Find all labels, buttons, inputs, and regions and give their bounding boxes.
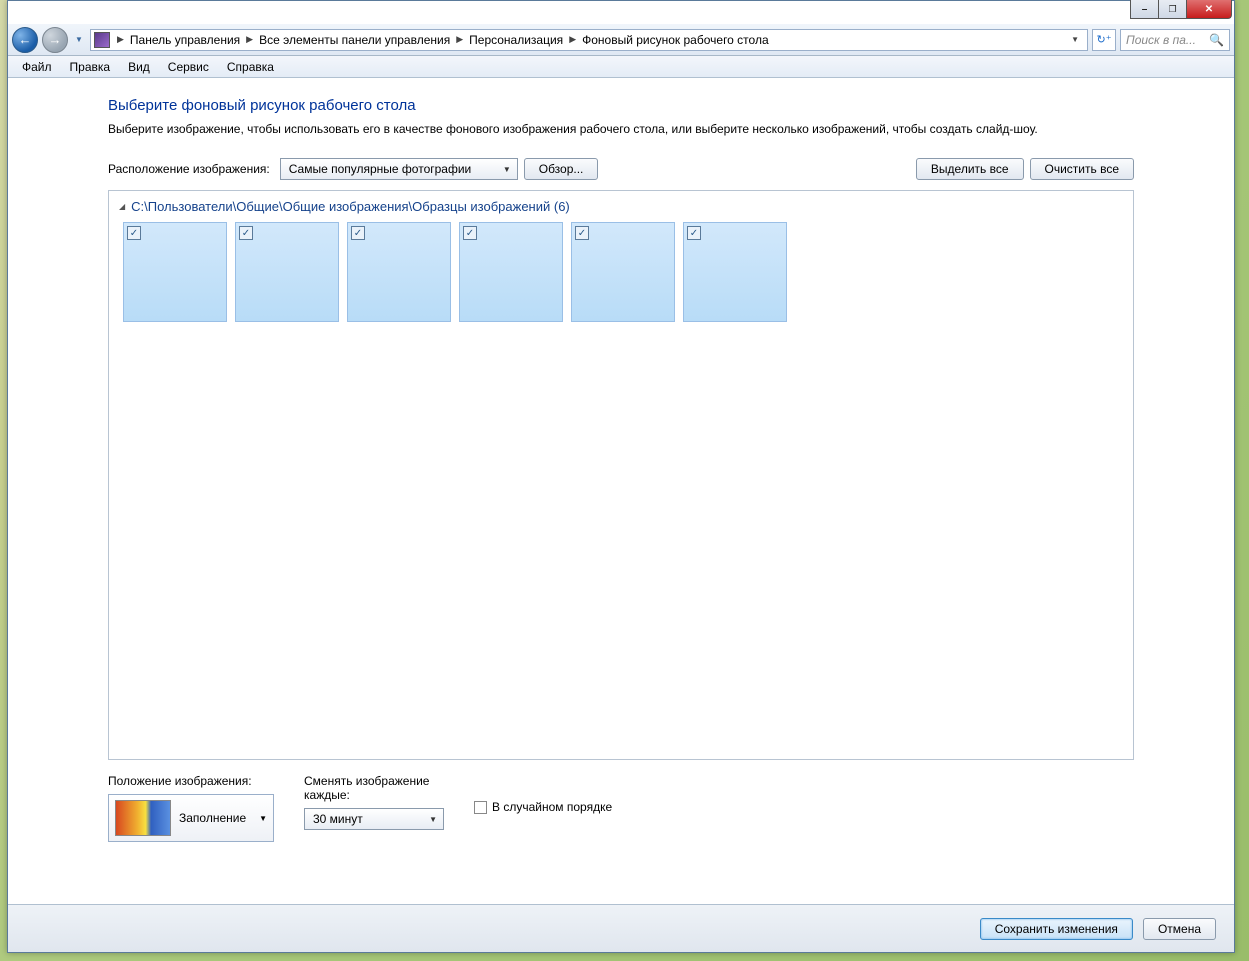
thumbnail-checkbox[interactable]: ✓ — [463, 226, 477, 240]
search-icon: 🔍 — [1209, 33, 1224, 47]
bottom-options: Положение изображения: Заполнение ▼ Смен… — [108, 774, 1134, 842]
menu-edit[interactable]: Правка — [62, 58, 119, 76]
image-thumbnail[interactable]: ✓ — [459, 222, 563, 322]
explorer-window: ← → ▼ ▶ Панель управления ▶ Все элементы… — [7, 0, 1235, 953]
interval-column: Сменять изображение каждые: 30 минут ▼ — [304, 774, 444, 830]
minimize-button[interactable] — [1130, 0, 1159, 19]
thumbnail-checkbox[interactable]: ✓ — [687, 226, 701, 240]
page-subtitle: Выберите изображение, чтобы использовать… — [108, 122, 1134, 136]
address-bar: ← → ▼ ▶ Панель управления ▶ Все элементы… — [8, 24, 1234, 56]
group-path: C:\Пользователи\Общие\Общие изображения\… — [131, 199, 570, 214]
content-pane: Выберите фоновый рисунок рабочего стола … — [8, 79, 1234, 902]
search-input[interactable]: Поиск в па... 🔍 — [1120, 29, 1230, 51]
nav-forward-button[interactable]: → — [42, 27, 68, 53]
collapse-icon: ◢ — [119, 202, 125, 211]
address-dropdown-icon[interactable]: ▼ — [1066, 35, 1084, 44]
window-controls — [1131, 0, 1232, 19]
nav-history-dropdown[interactable]: ▼ — [72, 30, 86, 50]
footer-bar: Сохранить изменения Отмена — [8, 904, 1234, 952]
refresh-button[interactable]: ↻⁺ — [1092, 29, 1116, 51]
menu-help[interactable]: Справка — [219, 58, 282, 76]
thumbnail-checkbox[interactable]: ✓ — [575, 226, 589, 240]
save-button[interactable]: Сохранить изменения — [980, 918, 1133, 940]
position-label: Положение изображения: — [108, 774, 274, 788]
image-thumbnail[interactable]: ✓ — [683, 222, 787, 322]
breadcrumb-item[interactable]: Панель управления — [127, 33, 243, 47]
shuffle-label: В случайном порядке — [492, 800, 612, 814]
interval-label: Сменять изображение каждые: — [304, 774, 444, 802]
interval-combo[interactable]: 30 минут ▼ — [304, 808, 444, 830]
menu-view[interactable]: Вид — [120, 58, 158, 76]
breadcrumb-bar[interactable]: ▶ Панель управления ▶ Все элементы панел… — [90, 29, 1088, 51]
browse-button[interactable]: Обзор... — [524, 158, 599, 180]
menu-file[interactable]: Файл — [14, 58, 60, 76]
menu-tools[interactable]: Сервис — [160, 58, 217, 76]
thumbnail-checkbox[interactable]: ✓ — [127, 226, 141, 240]
location-label: Расположение изображения: — [108, 162, 270, 176]
location-value: Самые популярные фотографии — [289, 162, 472, 176]
thumbnail-row: ✓ ✓ ✓ ✓ ✓ ✓ — [119, 222, 1123, 322]
thumbnail-checkbox[interactable]: ✓ — [239, 226, 253, 240]
page-title: Выберите фоновый рисунок рабочего стола — [108, 97, 1134, 114]
breadcrumb-item[interactable]: Все элементы панели управления — [256, 33, 453, 47]
close-button[interactable] — [1186, 0, 1232, 19]
search-placeholder: Поиск в па... — [1126, 33, 1196, 47]
shuffle-checkbox[interactable] — [474, 801, 487, 814]
image-thumbnail[interactable]: ✓ — [347, 222, 451, 322]
image-thumbnail[interactable]: ✓ — [571, 222, 675, 322]
menu-bar: Файл Правка Вид Сервис Справка — [8, 56, 1234, 78]
chevron-down-icon: ▼ — [503, 165, 511, 174]
cancel-button[interactable]: Отмена — [1143, 918, 1216, 940]
chevron-down-icon: ▼ — [259, 814, 267, 823]
chevron-down-icon: ▼ — [429, 815, 437, 824]
image-list: ◢ C:\Пользователи\Общие\Общие изображени… — [108, 190, 1134, 760]
image-thumbnail[interactable]: ✓ — [235, 222, 339, 322]
position-picker[interactable]: Заполнение ▼ — [108, 794, 274, 842]
chevron-right-icon: ▶ — [114, 34, 127, 45]
breadcrumb-item[interactable]: Фоновый рисунок рабочего стола — [579, 33, 772, 47]
chevron-right-icon: ▶ — [453, 34, 466, 45]
image-group-header[interactable]: ◢ C:\Пользователи\Общие\Общие изображени… — [119, 199, 1123, 214]
maximize-button[interactable] — [1158, 0, 1187, 19]
personalization-icon — [94, 32, 110, 48]
interval-value: 30 минут — [313, 812, 363, 826]
location-row: Расположение изображения: Самые популярн… — [108, 158, 1134, 180]
shuffle-option[interactable]: В случайном порядке — [474, 800, 612, 814]
select-all-button[interactable]: Выделить все — [916, 158, 1024, 180]
position-column: Положение изображения: Заполнение ▼ — [108, 774, 274, 842]
chevron-right-icon: ▶ — [243, 34, 256, 45]
image-thumbnail[interactable]: ✓ — [123, 222, 227, 322]
breadcrumb-item[interactable]: Персонализация — [466, 33, 566, 47]
thumbnail-checkbox[interactable]: ✓ — [351, 226, 365, 240]
position-value: Заполнение — [179, 811, 251, 825]
chevron-right-icon: ▶ — [566, 34, 579, 45]
nav-back-button[interactable]: ← — [12, 27, 38, 53]
position-preview-icon — [115, 800, 171, 836]
location-combo[interactable]: Самые популярные фотографии ▼ — [280, 158, 518, 180]
clear-all-button[interactable]: Очистить все — [1030, 158, 1134, 180]
